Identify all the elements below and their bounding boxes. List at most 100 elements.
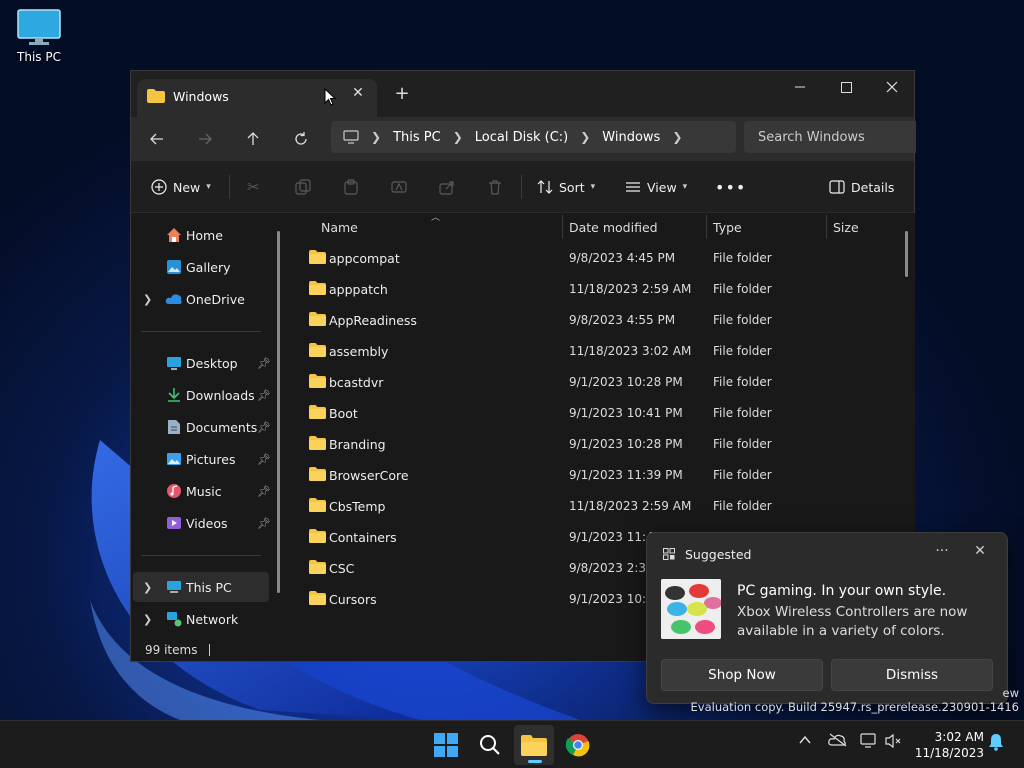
column-divider[interactable] <box>562 215 563 239</box>
copy-button[interactable] <box>295 175 311 199</box>
column-divider[interactable] <box>706 215 707 239</box>
column-header-date[interactable]: Date modified <box>569 213 658 241</box>
pin-icon[interactable]: 📌︎ <box>257 357 271 370</box>
folder-icon <box>521 735 547 756</box>
chevron-right-icon[interactable]: ❯ <box>580 130 590 144</box>
sidebar-item-desktop[interactable]: Desktop 📌︎ <box>133 348 271 378</box>
file-name: Cursors <box>329 592 377 607</box>
close-icon[interactable]: ✕ <box>969 543 991 559</box>
details-pane-button[interactable]: Details <box>829 175 894 199</box>
pin-icon[interactable]: 📌︎ <box>257 389 271 402</box>
chevron-down-icon: ▾ <box>206 182 211 192</box>
new-label: New <box>173 179 201 195</box>
chevron-right-icon[interactable]: ❯ <box>143 293 152 306</box>
view-button[interactable]: View ▾ <box>625 175 687 199</box>
pin-icon[interactable]: 📌︎ <box>257 517 271 530</box>
toast-title: PC gaming. In your own style. <box>737 583 947 599</box>
show-hidden-icons-button[interactable] <box>798 733 812 750</box>
search-button[interactable] <box>470 725 510 765</box>
vertical-scrollbar[interactable] <box>905 231 908 277</box>
minimize-button[interactable] <box>777 71 823 103</box>
refresh-button[interactable] <box>287 125 315 153</box>
column-header-name[interactable]: Name <box>321 213 358 241</box>
sidebar-item-home[interactable]: Home <box>133 220 269 250</box>
pin-icon[interactable]: 📌︎ <box>257 485 271 498</box>
pin-icon[interactable]: 📌︎ <box>257 453 271 466</box>
chevron-up-icon <box>799 735 811 744</box>
sidebar-item-onedrive[interactable]: ❯ OneDrive <box>133 284 269 314</box>
paste-button[interactable] <box>343 175 359 199</box>
more-icon[interactable]: ··· <box>931 543 953 559</box>
sidebar-item-pictures[interactable]: Pictures 📌︎ <box>133 444 271 474</box>
column-divider[interactable] <box>826 215 827 239</box>
back-button[interactable] <box>143 125 171 153</box>
file-row[interactable]: AppReadiness 9/8/2023 4:55 PM File folder <box>299 305 899 336</box>
folder-icon <box>309 498 326 515</box>
search-box[interactable]: Search Windows <box>744 121 916 153</box>
breadcrumb-windows[interactable]: Windows <box>602 130 660 145</box>
notification-toast[interactable]: Suggested ··· ✕ PC gaming. In your own s… <box>646 532 1008 704</box>
sidebar-item-downloads[interactable]: Downloads 📌︎ <box>133 380 271 410</box>
file-row[interactable]: BrowserCore 9/1/2023 11:39 PM File folder <box>299 460 899 491</box>
file-row[interactable]: Branding 9/1/2023 10:28 PM File folder <box>299 429 899 460</box>
network-tray-icon[interactable] <box>860 733 878 752</box>
sidebar-item-music[interactable]: Music 📌︎ <box>133 476 271 506</box>
watermark-fragment: ew <box>1002 686 1019 700</box>
search-icon <box>480 735 500 755</box>
forward-button[interactable] <box>191 125 219 153</box>
tab-windows[interactable]: Windows ✕ <box>137 79 377 117</box>
close-window-button[interactable] <box>869 71 915 103</box>
file-name: apppatch <box>329 282 388 297</box>
arrow-up-icon <box>247 132 259 145</box>
more-options-button[interactable]: ••• <box>715 175 746 199</box>
breadcrumb-local-disk[interactable]: Local Disk (C:) <box>475 130 568 145</box>
start-button[interactable] <box>426 725 466 765</box>
file-explorer-taskbar-button[interactable] <box>514 725 554 765</box>
details-pane-icon <box>829 180 845 194</box>
sidebar-item-videos[interactable]: Videos 📌︎ <box>133 508 271 538</box>
sidebar-item-documents[interactable]: Documents 📌︎ <box>133 412 271 442</box>
rename-button[interactable] <box>391 175 407 199</box>
new-button[interactable]: New ▾ <box>151 175 211 199</box>
close-tab-icon[interactable]: ✕ <box>347 85 369 101</box>
chevron-right-icon[interactable]: ❯ <box>143 581 152 594</box>
shop-now-button[interactable]: Shop Now <box>661 659 823 691</box>
clock[interactable]: 3:02 AM 11/18/2023 <box>908 729 984 761</box>
breadcrumb-this-pc[interactable]: This PC <box>393 130 441 145</box>
up-button[interactable] <box>239 125 267 153</box>
file-row[interactable]: bcastdvr 9/1/2023 10:28 PM File folder <box>299 367 899 398</box>
column-header-type[interactable]: Type <box>713 213 742 241</box>
refresh-icon <box>295 132 307 145</box>
dismiss-button[interactable]: Dismiss <box>831 659 993 691</box>
sidebar-item-this-pc[interactable]: ❯ This PC <box>133 572 269 602</box>
address-bar[interactable]: ❯ This PC ❯ Local Disk (C:) ❯ Windows ❯ <box>331 121 736 153</box>
delete-button[interactable] <box>487 175 503 199</box>
file-row[interactable]: appcompat 9/8/2023 4:45 PM File folder <box>299 243 899 274</box>
column-header-size[interactable]: Size <box>833 213 859 241</box>
maximize-button[interactable] <box>823 71 869 103</box>
sidebar-label: Music <box>186 483 222 499</box>
chrome-taskbar-button[interactable] <box>558 725 598 765</box>
share-button[interactable] <box>439 175 455 199</box>
new-tab-button[interactable]: + <box>391 83 413 104</box>
cut-button[interactable]: ✂ <box>247 175 260 199</box>
sidebar-item-gallery[interactable]: Gallery <box>133 252 269 282</box>
desktop-icon-this-pc[interactable]: This PC <box>10 8 68 64</box>
volume-muted-icon[interactable] <box>884 733 902 752</box>
toast-app-name: Suggested <box>685 547 752 562</box>
sort-button[interactable]: Sort ▾ <box>537 175 595 199</box>
chevron-right-icon[interactable]: ❯ <box>143 613 152 626</box>
notification-bell-icon[interactable] <box>988 733 1004 754</box>
pin-icon[interactable]: 📌︎ <box>257 421 271 434</box>
chevron-right-icon[interactable]: ❯ <box>672 130 682 144</box>
chevron-right-icon[interactable]: ❯ <box>371 130 381 144</box>
title-bar: Windows ✕ + <box>131 71 914 117</box>
chevron-right-icon[interactable]: ❯ <box>453 130 463 144</box>
onedrive-tray-icon[interactable] <box>828 733 848 750</box>
sidebar-item-network[interactable]: ❯ Network <box>133 604 269 634</box>
file-row[interactable]: CbsTemp 11/18/2023 2:59 AM File folder <box>299 491 899 522</box>
sidebar-scrollbar[interactable] <box>277 231 280 593</box>
file-row[interactable]: apppatch 11/18/2023 2:59 AM File folder <box>299 274 899 305</box>
file-row[interactable]: Boot 9/1/2023 10:41 PM File folder <box>299 398 899 429</box>
file-row[interactable]: assembly 11/18/2023 3:02 AM File folder <box>299 336 899 367</box>
